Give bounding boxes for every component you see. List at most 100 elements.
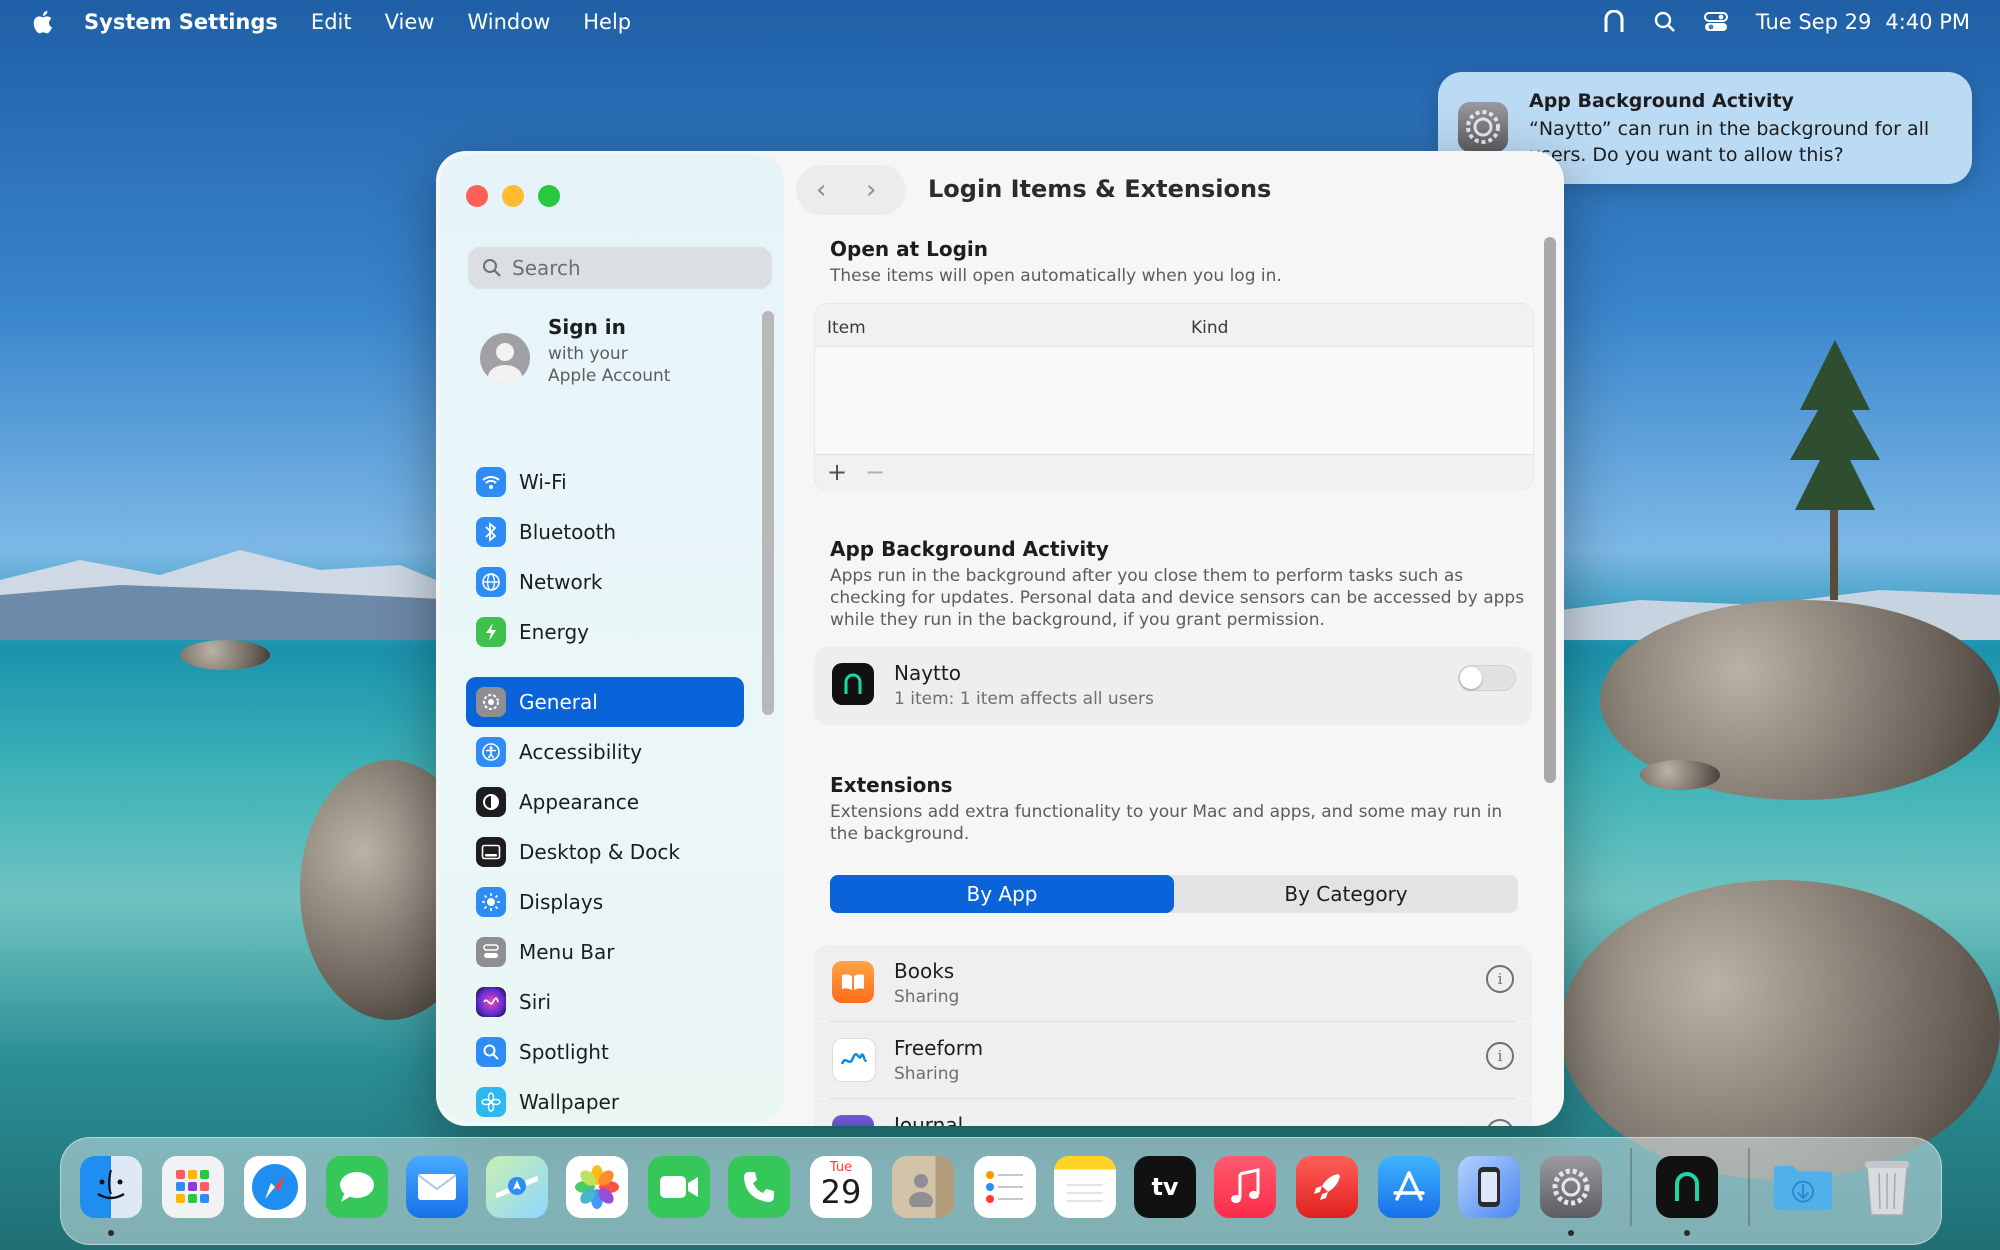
sidebar-item-label: Network: [519, 570, 603, 594]
sidebar-item-label: Desktop & Dock: [519, 840, 681, 864]
flower-icon: [476, 1087, 506, 1117]
rocket-icon[interactable]: [1296, 1156, 1358, 1218]
bolt-icon: [476, 617, 506, 647]
extension-row-freeform[interactable]: Freeform Sharing i: [814, 1022, 1532, 1098]
bluetooth-icon: [476, 517, 506, 547]
background-activity-description: Apps run in the background after you clo…: [830, 566, 1525, 630]
sidebar-item-label: Siri: [519, 990, 552, 1014]
forward-button[interactable]: ›: [866, 175, 876, 205]
sidebar-item-menu-bar[interactable]: Menu Bar: [466, 927, 744, 977]
menu-edit[interactable]: Edit: [311, 10, 352, 34]
minimize-window-button[interactable]: [502, 185, 524, 207]
login-items-table: Item Kind + −: [814, 303, 1534, 491]
extension-row-books[interactable]: Books Sharing i: [814, 945, 1532, 1021]
siri-icon: [476, 987, 506, 1017]
sidebar-item-label: Spotlight: [519, 1040, 609, 1064]
info-icon[interactable]: i: [1486, 1042, 1514, 1070]
info-icon[interactable]: i: [1486, 1119, 1514, 1126]
system-settings-window: Search Sign in with your Apple Account Wi…: [436, 151, 1564, 1126]
add-login-item-button[interactable]: +: [827, 458, 847, 486]
system-settings-icon[interactable]: [1540, 1156, 1602, 1218]
segment-by-category[interactable]: By Category: [1174, 875, 1518, 913]
background-activity-heading: App Background Activity: [830, 537, 1109, 561]
reminders-icon[interactable]: [974, 1156, 1036, 1218]
close-window-button[interactable]: [466, 185, 488, 207]
background-app-row: Naytto 1 item: 1 item affects all users: [814, 647, 1532, 725]
sidebar-item-general[interactable]: General: [466, 677, 744, 727]
app-store-icon[interactable]: [1378, 1156, 1440, 1218]
apple-logo-icon[interactable]: [30, 9, 54, 35]
calendar-icon[interactable]: Tue 29: [810, 1156, 872, 1218]
iphone-mirroring-icon[interactable]: [1458, 1156, 1520, 1218]
back-button[interactable]: ‹: [816, 175, 826, 205]
contacts-icon[interactable]: [892, 1156, 954, 1218]
phone-icon[interactable]: [728, 1156, 790, 1218]
menubar-time[interactable]: 4:40 PM: [1885, 10, 1970, 34]
tv-label: tv: [1151, 1173, 1179, 1201]
menu-window[interactable]: Window: [467, 10, 550, 34]
main-scrollbar[interactable]: [1544, 237, 1556, 783]
naytto-icon[interactable]: [1656, 1156, 1718, 1218]
sun-icon: [476, 887, 506, 917]
dock-divider: [1630, 1148, 1632, 1226]
running-indicator: [1684, 1230, 1690, 1236]
extension-row-journal[interactable]: Journal i: [814, 1099, 1532, 1126]
info-icon[interactable]: i: [1486, 965, 1514, 993]
photos-icon[interactable]: [566, 1156, 628, 1218]
remove-login-item-button[interactable]: −: [865, 458, 885, 486]
menu-help[interactable]: Help: [583, 10, 631, 34]
segment-by-app[interactable]: By App: [830, 875, 1174, 913]
downloads-folder-icon[interactable]: [1772, 1156, 1834, 1218]
column-header-kind[interactable]: Kind: [1191, 318, 1228, 338]
maps-icon[interactable]: [486, 1156, 548, 1218]
sidebar-item-wifi[interactable]: Wi-Fi: [466, 457, 744, 507]
running-indicator: [1568, 1230, 1574, 1236]
app-menu[interactable]: System Settings: [84, 10, 278, 34]
launchpad-icon[interactable]: [162, 1156, 224, 1218]
background-app-name: Naytto: [894, 661, 961, 685]
sidebar-item-wallpaper[interactable]: Wallpaper: [466, 1077, 744, 1126]
tv-icon[interactable]: tv: [1134, 1156, 1196, 1218]
toggle-knob: [1460, 667, 1482, 689]
sidebar-item-spotlight[interactable]: Spotlight: [466, 1027, 744, 1077]
notes-icon[interactable]: [1054, 1156, 1116, 1218]
music-icon[interactable]: [1214, 1156, 1276, 1218]
messages-icon[interactable]: [326, 1156, 388, 1218]
naytto-status-icon[interactable]: [1602, 10, 1626, 34]
background-app-toggle[interactable]: [1458, 665, 1516, 691]
journal-icon: [832, 1115, 874, 1126]
menubar-date[interactable]: Tue Sep 29: [1756, 10, 1872, 34]
sidebar-item-siri[interactable]: Siri: [466, 977, 744, 1027]
sidebar-item-appearance[interactable]: Appearance: [466, 777, 744, 827]
extensions-description: Extensions add extra functionality to yo…: [830, 802, 1503, 844]
sidebar-item-accessibility[interactable]: Accessibility: [466, 727, 744, 777]
wifi-icon: [476, 467, 506, 497]
column-header-item[interactable]: Item: [827, 318, 866, 338]
background-app-subtitle: 1 item: 1 item affects all users: [894, 689, 1154, 709]
page-title: Login Items & Extensions: [928, 175, 1272, 203]
sidebar-item-energy[interactable]: Energy: [466, 607, 744, 657]
mail-icon[interactable]: [406, 1156, 468, 1218]
sidebar-item-bluetooth[interactable]: Bluetooth: [466, 507, 744, 557]
sidebar-item-desktop-dock[interactable]: Desktop & Dock: [466, 827, 744, 877]
finder-icon[interactable]: [80, 1156, 142, 1218]
sidebar-scrollbar[interactable]: [762, 311, 774, 715]
facetime-icon[interactable]: [648, 1156, 710, 1218]
accessibility-icon: [476, 737, 506, 767]
signin-title: Sign in: [548, 315, 626, 339]
menu-view[interactable]: View: [385, 10, 435, 34]
spotlight-search-icon[interactable]: [1654, 11, 1676, 33]
sidebar-item-network[interactable]: Network: [466, 557, 744, 607]
sidebar-item-label: Accessibility: [519, 740, 643, 764]
trash-icon[interactable]: [1856, 1156, 1918, 1218]
running-indicator: [108, 1230, 114, 1236]
extension-type: Sharing: [894, 1064, 960, 1084]
sidebar-item-displays[interactable]: Displays: [466, 877, 744, 927]
zoom-window-button[interactable]: [538, 185, 560, 207]
boulder: [1560, 880, 2000, 1180]
search-icon: [483, 259, 501, 277]
sidebar-item-label: Energy: [519, 620, 590, 644]
search-input[interactable]: Search: [468, 247, 772, 289]
safari-icon[interactable]: [244, 1156, 306, 1218]
control-center-icon[interactable]: [1703, 11, 1728, 33]
